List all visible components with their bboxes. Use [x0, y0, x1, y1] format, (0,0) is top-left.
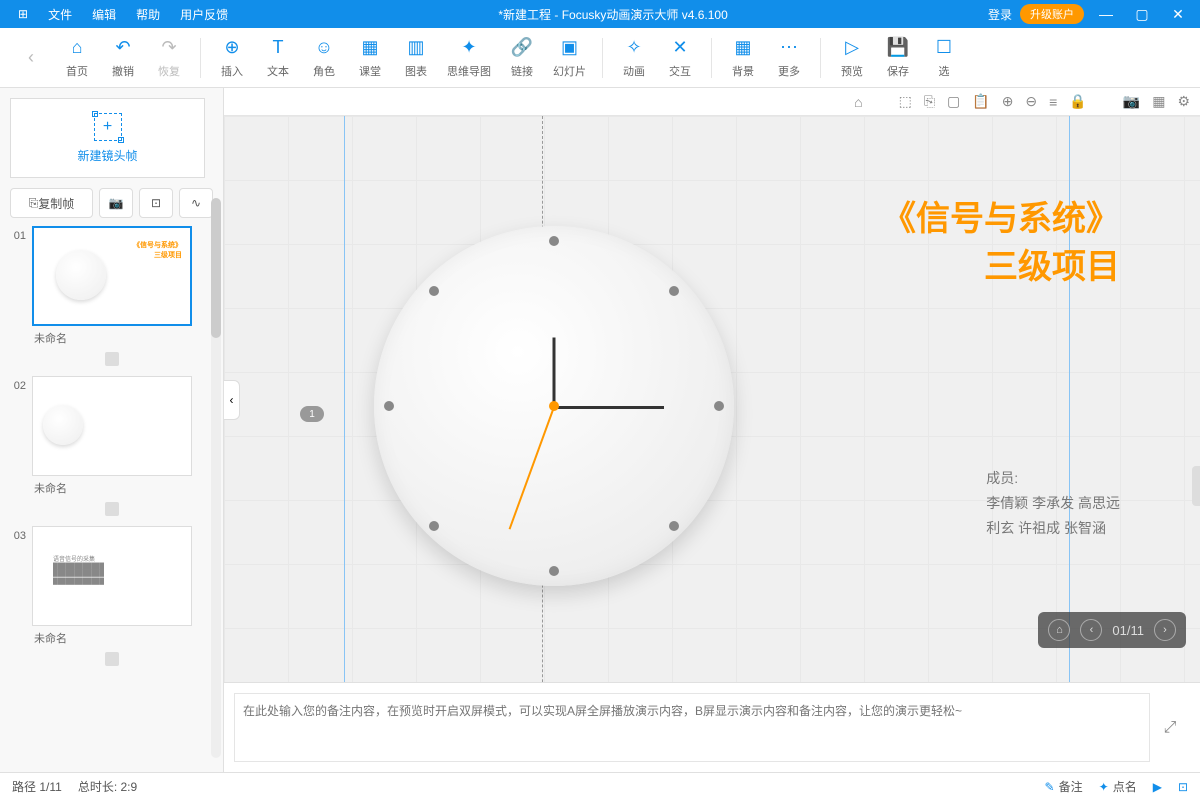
- paste-icon[interactable]: ▢: [947, 93, 960, 110]
- save-button[interactable]: 💾保存: [875, 33, 921, 83]
- grid-icon[interactable]: ▦: [1152, 93, 1165, 110]
- zoom-in-icon[interactable]: ⊕: [1002, 93, 1014, 110]
- window-title: *新建工程 - Focusky动画演示大师 v4.6.100: [238, 6, 988, 23]
- path-status: 路径 1/11: [12, 778, 62, 795]
- nav-prev-icon[interactable]: ‹: [1080, 619, 1102, 641]
- frame-icon[interactable]: ⬚: [899, 93, 912, 110]
- app-icon[interactable]: ⊞: [8, 7, 38, 21]
- nav-home-icon[interactable]: ⌂: [1048, 619, 1070, 641]
- collapse-sidebar-button[interactable]: ‹: [224, 380, 240, 420]
- camera-button[interactable]: 📷: [99, 188, 133, 218]
- nav-left-button[interactable]: ‹: [8, 43, 54, 73]
- canvas-area: ⌂ ⬚ ⎘ ▢ 📋 ⊕ ⊖ ≡ 🔒 📷 ▦ ⚙ 1: [224, 88, 1200, 772]
- duration-status: 总时长: 2:9: [78, 778, 137, 795]
- insert-button[interactable]: ⊕插入: [209, 33, 255, 83]
- thumb-02[interactable]: 02 未命名: [6, 376, 223, 522]
- thumbnails-list: 01 《信号与系统》三级项目 未命名 02 未命名 03 语音信号的采集██: [0, 226, 223, 772]
- menu-file[interactable]: 文件: [38, 6, 82, 23]
- sidebar-scrollbar[interactable]: [211, 198, 221, 758]
- notes-input[interactable]: [234, 693, 1150, 762]
- settings-icon[interactable]: ⚙: [1177, 93, 1190, 110]
- new-frame-button[interactable]: + 新建镜头帧: [10, 98, 205, 178]
- close-icon[interactable]: ✕: [1164, 6, 1192, 23]
- notes-panel: ⤢: [224, 682, 1200, 772]
- plus-icon: +: [94, 113, 122, 141]
- main-toolbar: ‹ ⌂首页 ↶撤销 ↷恢复 ⊕插入 T文本 ☺角色 ▦课堂 ▥图表 ✦思维导图 …: [0, 28, 1200, 88]
- redo-button[interactable]: ↷恢复: [146, 33, 192, 83]
- home-button[interactable]: ⌂首页: [54, 33, 100, 83]
- nav-overlay: ⌂ ‹ 01/11 ›: [1038, 612, 1186, 648]
- members-text[interactable]: 成员: 李倩颖 李承发 高思远 利玄 许祖成 张智涵: [986, 466, 1120, 542]
- canvas[interactable]: 1 《信号与系统》 三级项目 成员: 李倩颖 李承发 高思远 利: [224, 116, 1200, 772]
- lock-icon[interactable]: 🔒: [1069, 93, 1086, 110]
- background-button[interactable]: ▦背景: [720, 33, 766, 83]
- notes-toggle-button[interactable]: ✎备注: [1045, 778, 1083, 795]
- copy-icon[interactable]: ⎘: [924, 93, 935, 110]
- right-panel-handle[interactable]: [1192, 466, 1200, 506]
- frame-marker[interactable]: 1: [300, 406, 324, 422]
- statusbar: 路径 1/11 总时长: 2:9 ✎备注 ✦点名 ▶ ⊡: [0, 772, 1200, 800]
- zoom-out-icon[interactable]: ⊖: [1025, 93, 1037, 110]
- thumb-03[interactable]: 03 语音信号的采集██████████████████████████████…: [6, 526, 223, 672]
- transition-icon[interactable]: [105, 352, 119, 366]
- expand-notes-icon[interactable]: ⤢: [1150, 693, 1190, 762]
- nav-counter: 01/11: [1112, 623, 1144, 638]
- preview-button[interactable]: ▷预览: [829, 33, 875, 83]
- thumb-01[interactable]: 01 《信号与系统》三级项目 未命名: [6, 226, 223, 372]
- menu-feedback[interactable]: 用户反馈: [170, 6, 238, 23]
- role-button[interactable]: ☺角色: [301, 33, 347, 83]
- select-button[interactable]: ☐选: [921, 33, 967, 83]
- qr-button[interactable]: ⊡: [139, 188, 173, 218]
- copy-frame-button[interactable]: ⎘ 复制帧: [10, 188, 93, 218]
- text-button[interactable]: T文本: [255, 33, 301, 83]
- screen-icon[interactable]: ⊡: [1178, 780, 1188, 794]
- align-icon[interactable]: ≡: [1049, 94, 1057, 110]
- menu-help[interactable]: 帮助: [126, 6, 170, 23]
- upgrade-button[interactable]: 升级账户: [1020, 4, 1084, 24]
- undo-button[interactable]: ↶撤销: [100, 33, 146, 83]
- titlebar: ⊞ 文件 编辑 帮助 用户反馈 *新建工程 - Focusky动画演示大师 v4…: [0, 0, 1200, 28]
- transition-icon[interactable]: [105, 652, 119, 666]
- clipboard-icon[interactable]: 📋: [972, 93, 989, 110]
- frames-sidebar: + 新建镜头帧 ⎘ 复制帧 📷 ⊡ ∿ 01 《信号与系统》三级项目 未命名 0…: [0, 88, 224, 772]
- mindmap-button[interactable]: ✦思维导图: [439, 33, 499, 83]
- link-button[interactable]: 🔗链接: [499, 33, 545, 83]
- slide-button[interactable]: ▣幻灯片: [545, 33, 594, 83]
- present-icon[interactable]: ▶: [1153, 780, 1162, 794]
- nav-next-icon[interactable]: ›: [1154, 619, 1176, 641]
- login-link[interactable]: 登录: [988, 6, 1012, 23]
- menu-edit[interactable]: 编辑: [82, 6, 126, 23]
- slide-title[interactable]: 《信号与系统》 三级项目: [882, 196, 1120, 291]
- clock-graphic[interactable]: [374, 226, 734, 586]
- interact-button[interactable]: ✕交互: [657, 33, 703, 83]
- canvas-toolbar: ⌂ ⬚ ⎘ ▢ 📋 ⊕ ⊖ ≡ 🔒 📷 ▦ ⚙: [224, 88, 1200, 116]
- screenshot-icon[interactable]: 📷: [1123, 93, 1140, 110]
- animation-button[interactable]: ✧动画: [611, 33, 657, 83]
- more-button[interactable]: ⋯更多: [766, 33, 812, 83]
- minimize-icon[interactable]: —: [1092, 6, 1120, 22]
- class-button[interactable]: ▦课堂: [347, 33, 393, 83]
- chart-button[interactable]: ▥图表: [393, 33, 439, 83]
- home-icon[interactable]: ⌂: [854, 94, 862, 110]
- maximize-icon[interactable]: ▢: [1128, 6, 1156, 23]
- wave-button[interactable]: ∿: [179, 188, 213, 218]
- rollcall-button[interactable]: ✦点名: [1099, 778, 1137, 795]
- transition-icon[interactable]: [105, 502, 119, 516]
